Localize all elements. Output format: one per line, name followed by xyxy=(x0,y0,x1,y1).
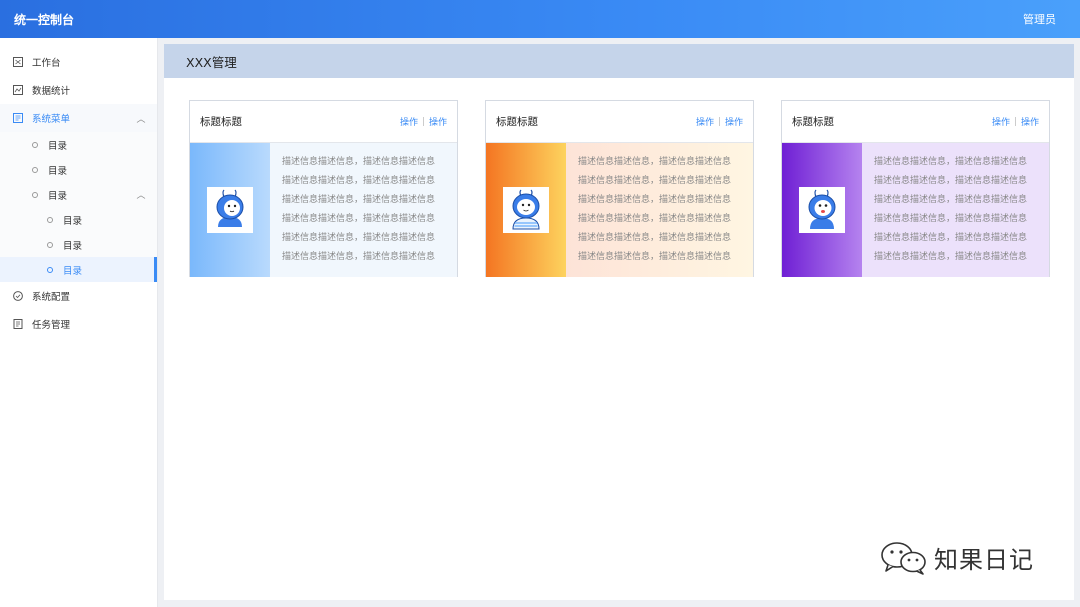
bullet-icon xyxy=(32,141,38,148)
description-line: 描述信息描述信息，描述信息描述信息 xyxy=(282,157,436,167)
main-content: XXX管理 标题标题 操作 操作 描述信息描述信息，描述信息描述信息 描述信息描… xyxy=(164,44,1074,600)
submenu-item-label: 目录 xyxy=(63,215,83,227)
sidebar-item-label: 工作台 xyxy=(32,58,61,69)
watermark-text: 知果日记 xyxy=(934,546,1034,574)
card-action-link[interactable]: 操作 xyxy=(992,115,1010,128)
page-title: XXX管理 xyxy=(164,44,1074,78)
description-line: 描述信息描述信息，描述信息描述信息 xyxy=(874,176,1028,186)
sidebar-item-label: 系统菜单 xyxy=(32,114,71,125)
description-line: 描述信息描述信息，描述信息描述信息 xyxy=(282,176,436,186)
card-visual xyxy=(486,143,566,277)
card-header: 标题标题 操作 操作 xyxy=(782,101,1049,143)
card: 标题标题 操作 操作 描述信息描述信息，描述信息描述信息 描述信息描述信息，描述… xyxy=(781,100,1050,277)
robot-mascot-icon xyxy=(808,189,836,229)
card-actions: 操作 操作 xyxy=(400,115,447,128)
user-menu[interactable]: 管理员 xyxy=(1023,11,1056,27)
card-body: 描述信息描述信息，描述信息描述信息 描述信息描述信息，描述信息描述信息 描述信息… xyxy=(782,143,1049,277)
card-action-link[interactable]: 操作 xyxy=(400,115,418,128)
card-header: 标题标题 操作 操作 xyxy=(486,101,753,143)
card-action-link[interactable]: 操作 xyxy=(1021,115,1039,128)
bullet-icon xyxy=(47,241,53,248)
description-line: 描述信息描述信息，描述信息描述信息 xyxy=(578,252,732,262)
submenu-item-selected[interactable]: 目录 xyxy=(0,257,157,282)
description-line: 描述信息描述信息，描述信息描述信息 xyxy=(578,176,732,186)
card-actions: 操作 操作 xyxy=(696,115,743,128)
card-header: 标题标题 操作 操作 xyxy=(190,101,457,143)
card-visual xyxy=(190,143,270,277)
card-actions: 操作 操作 xyxy=(992,115,1039,128)
chevron-up-icon[interactable]: ︿ xyxy=(135,112,147,125)
sidebar-item-statistics[interactable]: 数据统计 xyxy=(0,76,157,104)
card-body: 描述信息描述信息，描述信息描述信息 描述信息描述信息，描述信息描述信息 描述信息… xyxy=(486,143,753,277)
sidebar-item-task-management[interactable]: 任务管理 xyxy=(0,310,157,338)
mascot-avatar xyxy=(799,187,845,233)
mascot-avatar xyxy=(503,187,549,233)
submenu-item-label: 目录 xyxy=(63,240,83,252)
description-line: 描述信息描述信息，描述信息描述信息 xyxy=(874,195,1028,205)
description-line: 描述信息描述信息，描述信息描述信息 xyxy=(874,214,1028,224)
sidebar-item-workbench[interactable]: 工作台 xyxy=(0,48,157,76)
menu-icon xyxy=(13,113,23,123)
app-title: 统一控制台 xyxy=(14,12,75,27)
bullet-icon xyxy=(32,191,38,198)
description-line: 描述信息描述信息，描述信息描述信息 xyxy=(282,252,436,262)
chevron-up-icon[interactable]: ︿ xyxy=(135,188,147,201)
card-description: 描述信息描述信息，描述信息描述信息 描述信息描述信息，描述信息描述信息 描述信息… xyxy=(270,143,457,277)
card-visual xyxy=(782,143,862,277)
submenu-item[interactable]: 目录 xyxy=(0,207,157,232)
card-description: 描述信息描述信息，描述信息描述信息 描述信息描述信息，描述信息描述信息 描述信息… xyxy=(566,143,753,277)
robot-mascot-icon xyxy=(216,189,244,227)
sidebar-item-label: 任务管理 xyxy=(32,320,71,331)
workbench-icon xyxy=(13,57,23,67)
card-action-link[interactable]: 操作 xyxy=(725,115,743,128)
divider xyxy=(422,117,424,126)
sidebar-item-label: 系统配置 xyxy=(32,292,71,303)
mascot-avatar xyxy=(207,187,253,233)
card-action-link[interactable]: 操作 xyxy=(429,115,447,128)
card-action-link[interactable]: 操作 xyxy=(696,115,714,128)
description-line: 描述信息描述信息，描述信息描述信息 xyxy=(578,157,732,167)
description-line: 描述信息描述信息，描述信息描述信息 xyxy=(874,252,1028,262)
card-body: 描述信息描述信息，描述信息描述信息 描述信息描述信息，描述信息描述信息 描述信息… xyxy=(190,143,457,277)
submenu-item-label: 目录 xyxy=(63,265,83,277)
top-bar: 统一控制台 管理员 xyxy=(0,0,1080,38)
submenu-item-label: 目录 xyxy=(48,190,68,202)
description-line: 描述信息描述信息，描述信息描述信息 xyxy=(578,233,732,243)
submenu-item[interactable]: 目录 xyxy=(0,232,157,257)
bullet-icon xyxy=(47,266,53,273)
submenu-item-expandable[interactable]: 目录 ︿ xyxy=(0,182,157,207)
bullet-icon xyxy=(32,166,38,173)
card-description: 描述信息描述信息，描述信息描述信息 描述信息描述信息，描述信息描述信息 描述信息… xyxy=(862,143,1049,277)
sidebar-item-system-config[interactable]: 系统配置 xyxy=(0,282,157,310)
check-circle-icon xyxy=(13,291,23,301)
card-title: 标题标题 xyxy=(496,116,538,128)
sidebar-item-system-menu[interactable]: 系统菜单 ︿ xyxy=(0,104,157,132)
sidebar: 工作台 数据统计 系统菜单 ︿ 目录 目录 目录 ︿ 目录 目录 目录 系统配置… xyxy=(0,38,158,607)
description-line: 描述信息描述信息，描述信息描述信息 xyxy=(578,195,732,205)
divider xyxy=(718,117,720,126)
description-line: 描述信息描述信息，描述信息描述信息 xyxy=(578,214,732,224)
robot-mascot-icon xyxy=(512,189,540,230)
description-line: 描述信息描述信息，描述信息描述信息 xyxy=(874,233,1028,243)
card: 标题标题 操作 操作 描述信息描述信息，描述信息描述信息 描述信息描述信息，描述… xyxy=(189,100,458,277)
sidebar-item-label: 数据统计 xyxy=(32,86,71,97)
description-line: 描述信息描述信息，描述信息描述信息 xyxy=(874,157,1028,167)
description-line: 描述信息描述信息，描述信息描述信息 xyxy=(282,195,436,205)
submenu-item-label: 目录 xyxy=(48,165,68,177)
task-icon xyxy=(13,319,23,329)
wechat-icon xyxy=(881,541,926,575)
submenu-item[interactable]: 目录 xyxy=(0,132,157,157)
watermark: 知果日记 xyxy=(880,540,1034,575)
divider xyxy=(1014,117,1016,126)
description-line: 描述信息描述信息，描述信息描述信息 xyxy=(282,214,436,224)
submenu-item[interactable]: 目录 xyxy=(0,157,157,182)
card-title: 标题标题 xyxy=(200,116,242,128)
card: 标题标题 操作 操作 描述信息描述信息，描述信息描述信息 描述信息描述信息，描述… xyxy=(485,100,754,277)
bullet-icon xyxy=(47,216,53,223)
description-line: 描述信息描述信息，描述信息描述信息 xyxy=(282,233,436,243)
card-title: 标题标题 xyxy=(792,116,834,128)
chart-icon xyxy=(13,85,23,95)
submenu-item-label: 目录 xyxy=(48,140,68,152)
submenu: 目录 目录 目录 ︿ 目录 目录 目录 xyxy=(0,132,157,282)
